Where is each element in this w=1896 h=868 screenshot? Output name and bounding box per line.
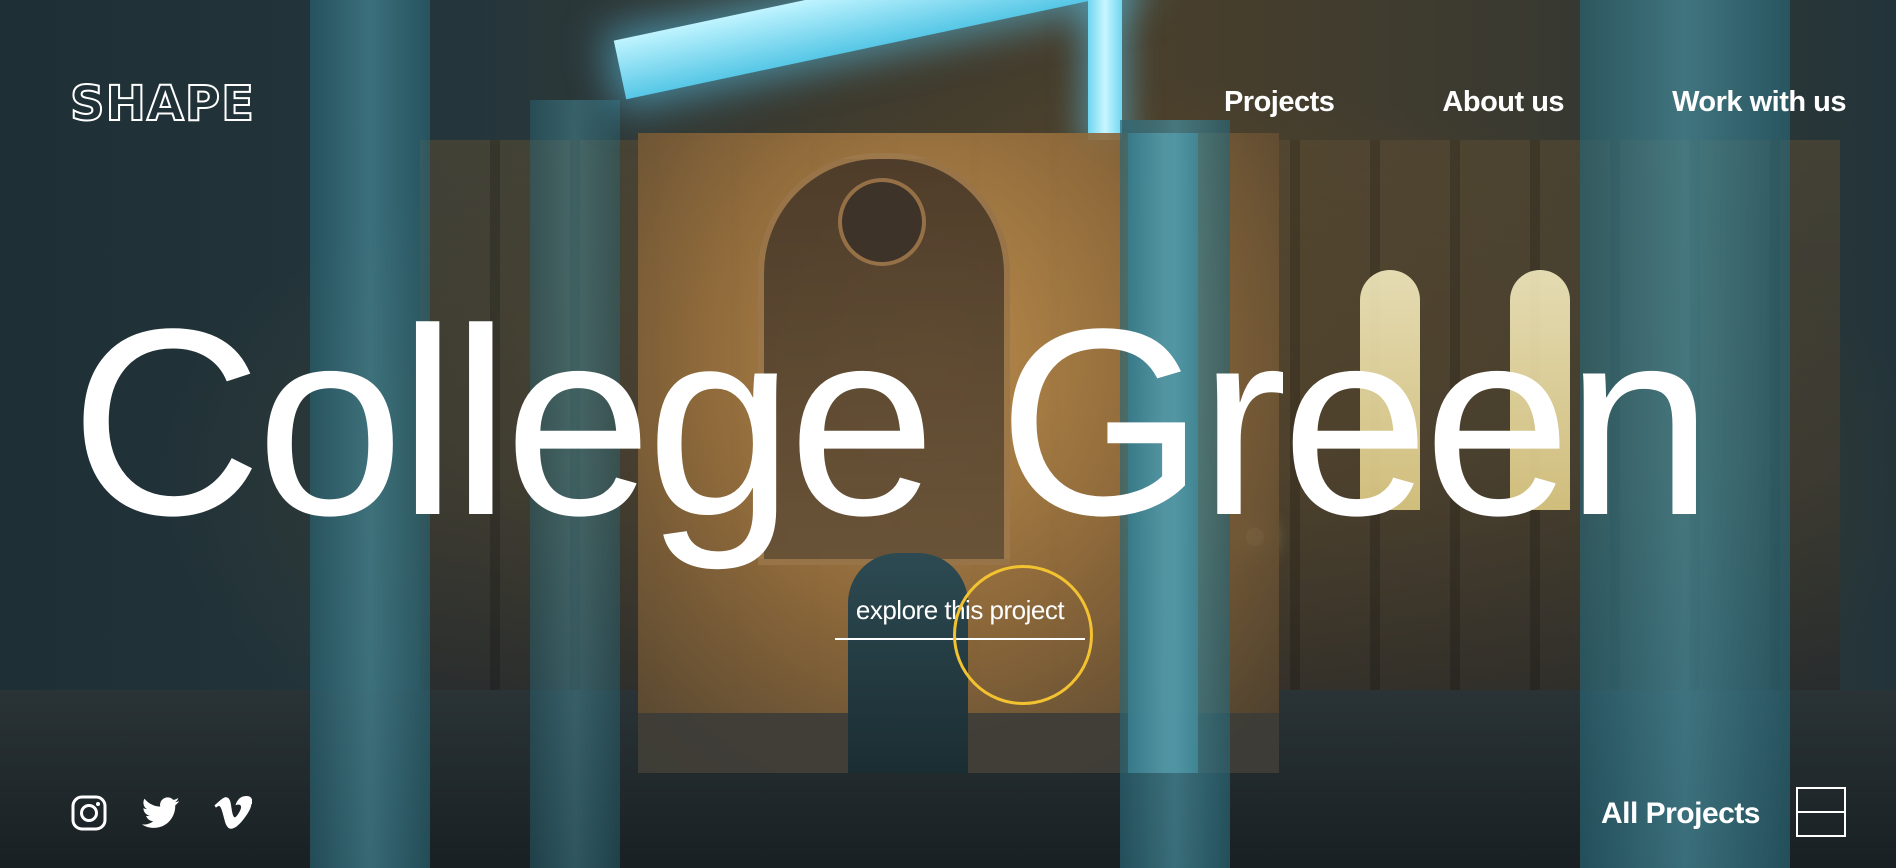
nav-work-with-us[interactable]: Work with us (1672, 86, 1846, 119)
social-links (70, 794, 252, 832)
brand-logo[interactable]: S H A P E (69, 76, 255, 132)
logo-letter: H (105, 76, 147, 132)
main-nav: Projects About us Work with us (1224, 86, 1847, 119)
light-beam (613, 0, 1135, 100)
nav-projects[interactable]: Projects (1224, 86, 1335, 119)
all-projects-link[interactable]: All Projects (1601, 797, 1761, 831)
hero-stage: S H A P E Projects About us Work with us… (0, 0, 1896, 868)
grid-toggle-icon[interactable] (1796, 787, 1846, 837)
logo-letter: E (220, 76, 255, 132)
person-figure (848, 553, 968, 773)
light-post (1088, 0, 1122, 140)
logo-letter: S (69, 76, 106, 132)
instagram-icon[interactable] (70, 794, 108, 832)
project-title[interactable]: College Green (70, 290, 1870, 556)
vimeo-icon[interactable] (214, 794, 252, 832)
twitter-icon[interactable] (142, 794, 180, 832)
rose-window (838, 178, 926, 266)
nav-about-us[interactable]: About us (1442, 86, 1564, 119)
logo-letter: P (184, 76, 221, 132)
logo-letter: A (146, 76, 185, 132)
cursor-ring (953, 565, 1093, 705)
